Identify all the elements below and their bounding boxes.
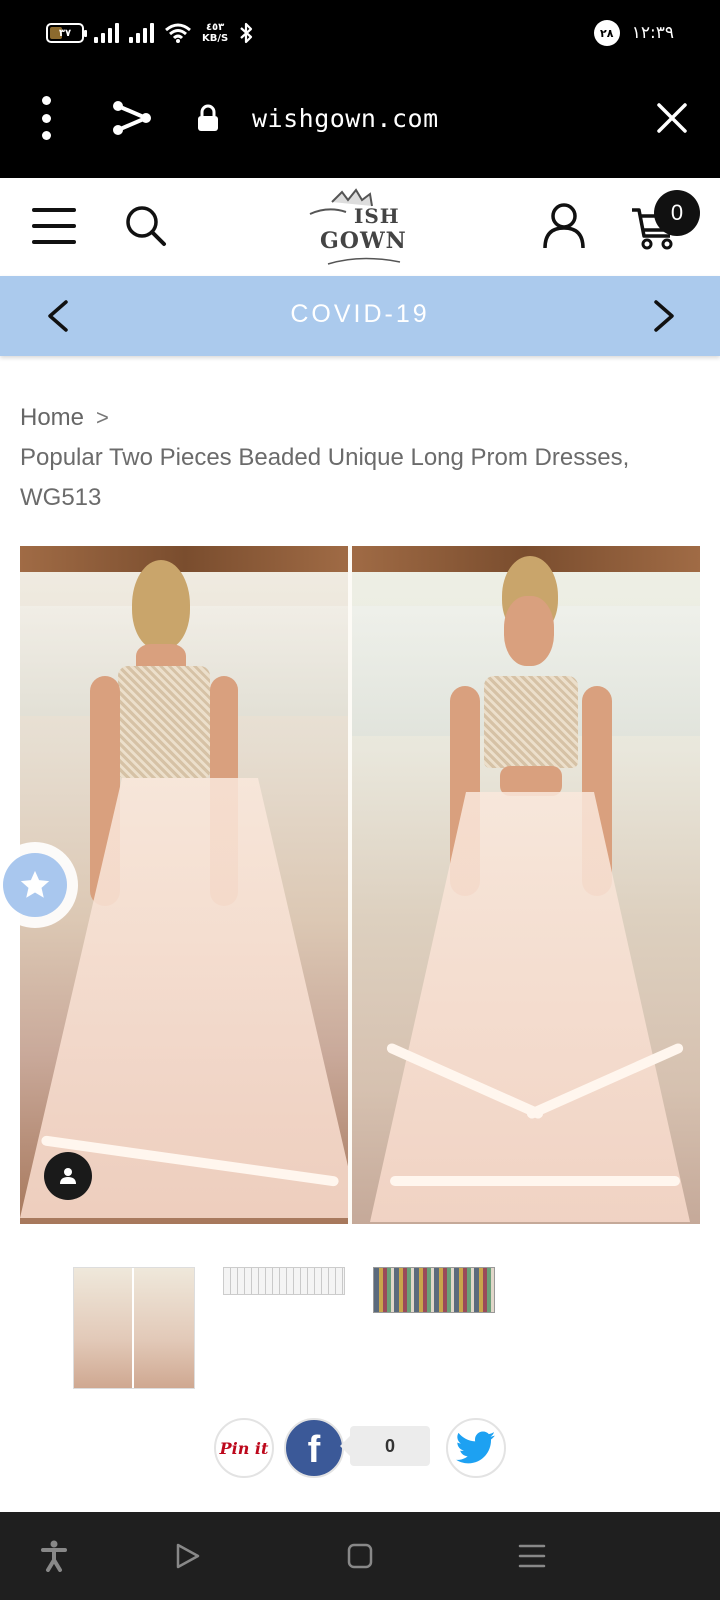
browser-toolbar: wishgown.com (0, 66, 720, 178)
breadcrumb: Home > Popular Two Pieces Beaded Unique L… (20, 398, 700, 518)
star-icon (20, 870, 50, 898)
battery-level: ٣٧ (58, 27, 72, 39)
twitter-button[interactable] (446, 1418, 506, 1478)
promo-text[interactable]: COVID-19 (0, 300, 720, 329)
thumbnail-color-chart[interactable] (373, 1267, 495, 1313)
thumbnail-strip (73, 1267, 524, 1390)
thumbnail-size-chart[interactable] (223, 1267, 345, 1295)
net-speed: ٤٥٣ KB/S (202, 22, 228, 44)
facebook-button[interactable]: f (284, 1418, 344, 1478)
home-square-icon[interactable] (340, 1536, 380, 1576)
site-header: ISH GOWN 0 (0, 178, 720, 276)
product-main-image[interactable] (20, 546, 700, 1224)
facebook-share-count: 0 (340, 1426, 430, 1466)
signal-icon-2 (129, 23, 154, 43)
share-row: Pin it f 0 (214, 1418, 514, 1478)
search-icon[interactable] (124, 204, 168, 248)
bluetooth-icon (240, 22, 253, 44)
twitter-bird-icon (456, 1431, 496, 1464)
close-icon[interactable] (656, 102, 688, 134)
share-icon[interactable] (112, 98, 152, 138)
accessibility-icon[interactable] (34, 1536, 74, 1576)
wifi-icon (165, 23, 191, 43)
status-right: ٢٨ ١٢:٣٩ (593, 18, 674, 48)
status-bar: ٣٧ ٤٥٣ KB/S ٢٨ ١٢:٣٩ (0, 0, 720, 66)
product-photo-front (350, 546, 700, 1224)
product-title: Popular Two Pieces Beaded Unique Long Pr… (20, 444, 630, 511)
logo-text-ish: ISH (354, 204, 400, 228)
person-icon (60, 1168, 76, 1184)
user-icon[interactable] (542, 202, 586, 250)
site-logo[interactable]: ISH GOWN (300, 188, 420, 266)
pinterest-button[interactable]: Pin it (214, 1418, 274, 1478)
url-bar[interactable]: wishgown.com (252, 104, 439, 133)
system-nav-bar (0, 1512, 720, 1600)
breadcrumb-separator: > (96, 405, 109, 430)
recents-menu-icon[interactable] (512, 1536, 552, 1576)
chevron-right-icon[interactable] (650, 298, 678, 334)
net-speed-unit: KB/S (202, 33, 229, 44)
more-vert-icon[interactable] (34, 96, 58, 140)
image-divider (348, 546, 352, 1224)
status-left: ٣٧ ٤٥٣ KB/S (46, 18, 254, 48)
lock-icon (198, 104, 218, 131)
signal-icon (94, 23, 119, 43)
back-triangle-icon[interactable] (168, 1536, 208, 1576)
menu-icon[interactable] (32, 208, 76, 244)
cart-count-badge[interactable]: 0 (654, 190, 700, 236)
clock: ١٢:٣٩ (631, 23, 674, 43)
notification-badge: ٢٨ (593, 20, 620, 46)
logo-text-gown: GOWN (320, 228, 407, 254)
thumbnail-product-photo[interactable] (73, 1267, 195, 1389)
promo-banner[interactable]: COVID-19 (0, 276, 720, 356)
battery-icon: ٣٧ (46, 23, 87, 43)
net-speed-value: ٤٥٣ (205, 22, 225, 33)
breadcrumb-home[interactable]: Home (20, 398, 84, 438)
image-user-button[interactable] (44, 1152, 92, 1200)
